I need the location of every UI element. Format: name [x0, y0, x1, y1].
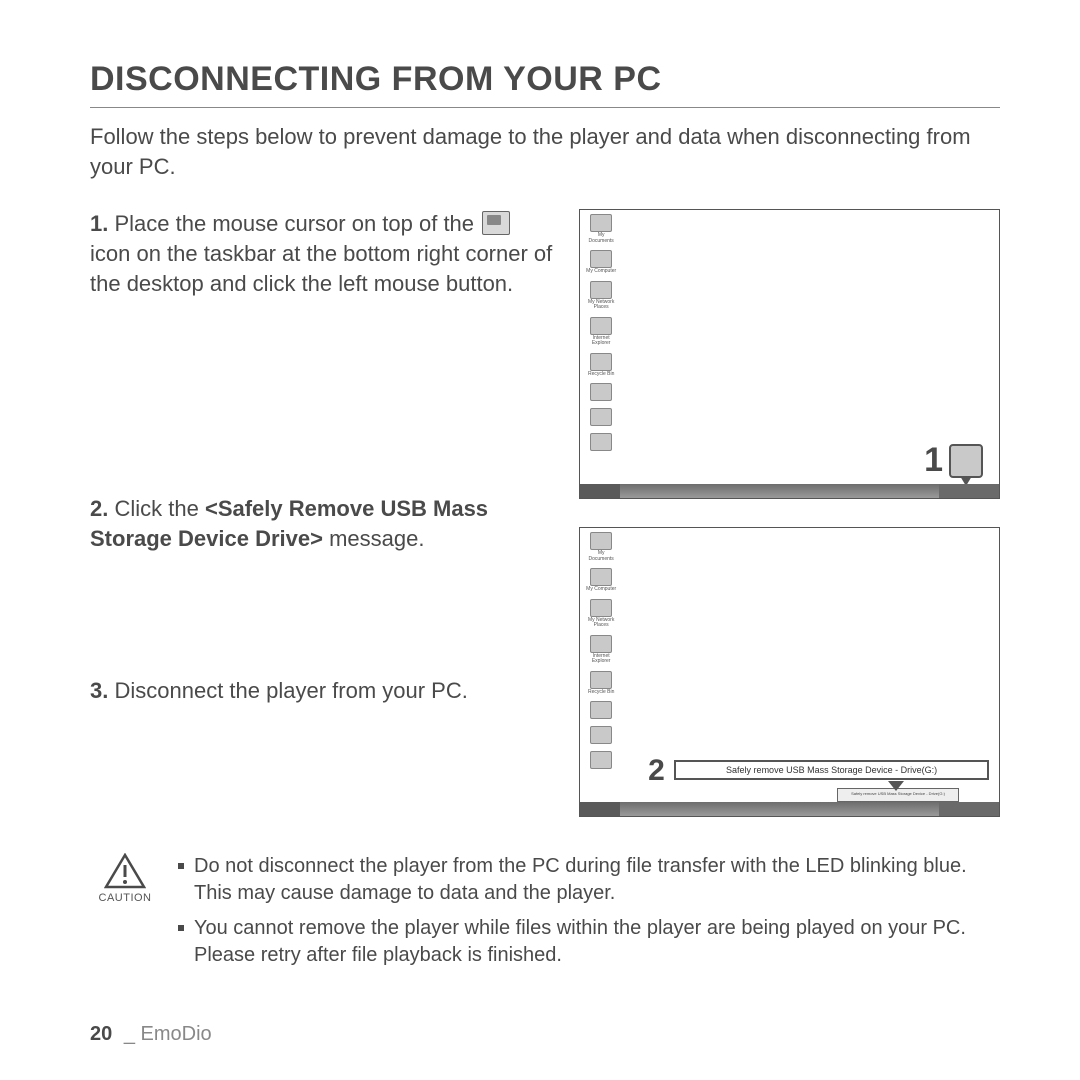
- desktop-icon: [586, 726, 616, 745]
- desktop-icon: [586, 433, 616, 452]
- caution-label: CAUTION: [90, 853, 160, 977]
- desktop-icon: My Network Places: [586, 281, 616, 311]
- caution-label-text: CAUTION: [90, 891, 160, 906]
- caution-section: CAUTION Do not disconnect the player fro…: [90, 853, 1000, 977]
- system-tray: [939, 484, 999, 498]
- step-2: 2. Click the <Safely Remove USB Mass Sto…: [90, 494, 555, 553]
- desktop-icon: My Computer: [586, 250, 616, 275]
- figure-2-callout-number: 2: [648, 754, 665, 788]
- desktop-icon: [586, 701, 616, 720]
- bullet-icon: [178, 863, 184, 869]
- callout-arrow-icon: [888, 781, 904, 791]
- safely-remove-icon: [949, 444, 983, 478]
- desktop-icon: My Network Places: [586, 599, 616, 629]
- desktop-icon: [586, 408, 616, 427]
- desktop-icon: My Documents: [586, 214, 616, 244]
- caution-item: Do not disconnect the player from the PC…: [178, 853, 1000, 907]
- desktop-icon: Internet Explorer: [586, 317, 616, 347]
- desktop-icon: My Computer: [586, 568, 616, 593]
- figure-2-taskbar: [580, 802, 999, 816]
- desktop-icon: Internet Explorer: [586, 635, 616, 665]
- system-tray: [939, 802, 999, 816]
- caution-item: You cannot remove the player while files…: [178, 915, 1000, 969]
- figure-1-callout-number: 1: [924, 441, 943, 480]
- figure-1-desktop-icons: My Documents My Computer My Network Plac…: [586, 214, 616, 452]
- caution-triangle-icon: [104, 853, 146, 889]
- figures-column: My Documents My Computer My Network Plac…: [579, 209, 1000, 817]
- figure-1-taskbar: [580, 484, 999, 498]
- caution-list: Do not disconnect the player from the PC…: [178, 853, 1000, 977]
- tray-eject-icon: [482, 211, 510, 235]
- step-3: 3. Disconnect the player from your PC.: [90, 676, 555, 706]
- step-2-post: message.: [323, 526, 425, 551]
- step-2-number: 2.: [90, 496, 108, 521]
- section-name: EmoDio: [141, 1023, 212, 1045]
- desktop-icon: Recycle Bin: [586, 353, 616, 378]
- step-1-text-b: icon on the taskbar at the bottom right …: [90, 241, 552, 296]
- step-3-text: Disconnect the player from your PC.: [114, 678, 467, 703]
- steps-column: 1. Place the mouse cursor on top of the …: [90, 209, 555, 817]
- intro-text: Follow the steps below to prevent damage…: [90, 122, 1000, 181]
- figure-1-desktop: My Documents My Computer My Network Plac…: [579, 209, 1000, 499]
- step-1-number: 1.: [90, 211, 108, 236]
- figure-1-callout: 1: [924, 441, 983, 480]
- desktop-icon: [586, 751, 616, 770]
- start-button-icon: [580, 484, 620, 498]
- figure-2-desktop-icons: My Documents My Computer My Network Plac…: [586, 532, 616, 770]
- caution-item-text: Do not disconnect the player from the PC…: [194, 853, 1000, 907]
- start-button-icon: [580, 802, 620, 816]
- footer-separator: _: [124, 1023, 135, 1045]
- step-1: 1. Place the mouse cursor on top of the …: [90, 209, 555, 298]
- desktop-icon: [586, 383, 616, 402]
- page-footer: 20 _ EmoDio: [90, 1023, 212, 1046]
- figure-2-desktop: My Documents My Computer My Network Plac…: [579, 527, 1000, 817]
- title-rule: [90, 107, 1000, 108]
- page-number: 20: [90, 1023, 112, 1045]
- safely-remove-message: Safely remove USB Mass Storage Device - …: [674, 760, 989, 780]
- page-title: DISCONNECTING FROM YOUR PC: [90, 60, 1000, 99]
- step-2-pre: Click the: [114, 496, 204, 521]
- desktop-icon: Recycle Bin: [586, 671, 616, 696]
- step-1-text-a: Place the mouse cursor on top of the: [114, 211, 474, 236]
- caution-item-text: You cannot remove the player while files…: [194, 915, 1000, 969]
- bullet-icon: [178, 925, 184, 931]
- desktop-icon: My Documents: [586, 532, 616, 562]
- step-3-number: 3.: [90, 678, 108, 703]
